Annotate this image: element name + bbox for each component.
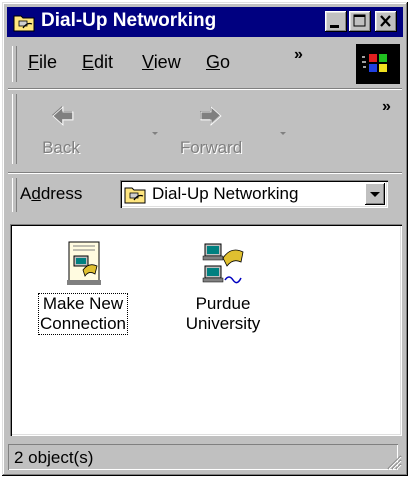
menu-edit[interactable]: Edit [82, 52, 113, 73]
status-bar: 2 object(s) [8, 442, 404, 472]
resize-grip-icon[interactable] [384, 452, 402, 470]
back-dropdown-icon[interactable] [150, 128, 160, 138]
purdue-university-label: Purdue University [185, 294, 261, 333]
address-dropdown-button[interactable] [365, 183, 385, 205]
address-value: Dial-Up Networking [152, 184, 299, 203]
status-object-count: 2 object(s) [14, 448, 94, 467]
forward-button[interactable]: Forward [176, 98, 246, 160]
item-purdue-university[interactable]: Purdue University [168, 240, 278, 334]
menu-view[interactable]: View [142, 52, 181, 73]
back-arrow-icon [52, 106, 74, 126]
explorer-window: Dial-Up Networking File Edit View Go » B… [2, 2, 408, 476]
menu-bar: File Edit View Go » [8, 42, 402, 86]
menu-overflow-chevron[interactable]: » [294, 46, 303, 64]
toolbar-grip[interactable] [12, 94, 17, 164]
toolbar-overflow-chevron[interactable]: » [382, 98, 391, 116]
address-label: Address [20, 184, 83, 203]
menubar-grip[interactable] [12, 46, 17, 82]
status-cell: 2 object(s) [8, 444, 398, 470]
address-combobox[interactable]: Dial-Up Networking [120, 180, 388, 208]
standard-toolbar: Back Forward » [8, 90, 402, 170]
make-new-connection-label: Make New Connection [37, 293, 129, 335]
minimize-icon [330, 25, 339, 28]
maximize-icon [353, 14, 366, 27]
make-new-connection-icon [67, 241, 101, 285]
addressbar-grip[interactable] [12, 178, 17, 212]
windows-logo [356, 44, 400, 84]
menu-file[interactable]: File [28, 52, 57, 73]
close-button[interactable] [375, 11, 397, 32]
maximize-button[interactable] [349, 11, 371, 32]
minimize-button[interactable] [325, 11, 347, 32]
address-bar: Address Dial-Up Networking [8, 174, 402, 216]
chevron-down-icon [370, 192, 380, 197]
dial-up-folder-icon [13, 15, 35, 32]
forward-arrow-icon [200, 106, 222, 126]
forward-label: Forward [179, 138, 243, 157]
folder-content-view[interactable]: Make New Connection Purdue University [10, 224, 402, 436]
back-label: Back [42, 138, 80, 157]
item-make-new-connection[interactable]: Make New Connection [28, 240, 138, 335]
window-title: Dial-Up Networking [41, 10, 217, 31]
windows-flag-icon [362, 54, 387, 72]
title-bar[interactable]: Dial-Up Networking [7, 7, 403, 37]
close-icon [380, 15, 391, 27]
dial-up-folder-icon [124, 187, 146, 204]
dial-up-connection-icon [202, 243, 244, 284]
back-button[interactable]: Back [26, 98, 96, 160]
forward-dropdown-icon[interactable] [278, 128, 288, 138]
menu-go[interactable]: Go [206, 52, 230, 73]
